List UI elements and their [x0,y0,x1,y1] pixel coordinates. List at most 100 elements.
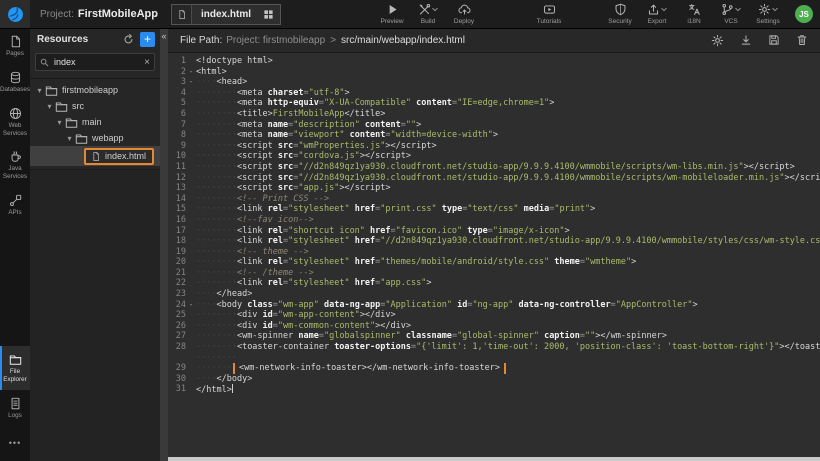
code-line[interactable]: 28········<toaster-container toaster-opt… [168,342,820,353]
security-button[interactable]: Security [606,3,634,25]
coffee-icon [9,150,22,163]
code-editor[interactable]: 1<!doctype html>2-<html>3-····<head>4···… [168,53,820,457]
code-text: ········ [196,353,820,364]
code-line[interactable]: 22········<link rel="stylesheet" href="a… [168,278,820,289]
code-line[interactable]: 15········<link rel="stylesheet" href="p… [168,204,820,215]
code-line[interactable]: 14········<!-- Print CSS --> [168,194,820,205]
line-number: 22 [168,278,186,289]
i18n-button[interactable]: i18N [680,3,708,25]
code-line[interactable]: 10········<script src="cordova.js"></scr… [168,151,820,162]
code-line[interactable]: 4········<meta charset="utf-8"> [168,88,820,99]
code-line[interactable]: 1<!doctype html> [168,56,820,67]
file-path-project: Project: firstmobileapp [226,35,325,46]
add-resource-button[interactable]: + [140,32,155,47]
tree-item-main[interactable]: ▾main [30,114,160,130]
user-avatar[interactable]: JS [795,5,813,23]
collapse-panel-icon[interactable]: « [160,31,168,41]
indent-whitespace: ········ [196,321,237,331]
sidebar-item-pages[interactable]: Pages [0,28,30,64]
code-line[interactable]: 27········<wm-spinner name="globalspinne… [168,331,820,342]
save-button[interactable] [768,34,780,46]
tree-item-index-html[interactable]: index.html [30,146,160,166]
chevron-down-icon[interactable]: ▾ [35,86,44,95]
code-line[interactable]: 20········<link rel="stylesheet" href="t… [168,257,820,268]
fold-marker-icon[interactable]: - [186,77,196,88]
cloud-upload-icon [458,3,471,16]
indent-whitespace: ········ [196,331,237,341]
code-line[interactable]: 31</html> [168,384,820,396]
caret-down-icon [432,7,438,12]
clear-search-icon[interactable]: × [144,57,150,68]
fold-marker-icon[interactable]: - [186,67,196,78]
code-line[interactable]: ········ [168,353,820,364]
tutorials-button[interactable]: Tutorials [535,3,563,25]
chevron-down-icon[interactable]: ▾ [55,118,64,127]
code-line[interactable]: 26········<div id="wm-common-content"></… [168,321,820,332]
code-line[interactable]: 7········<meta name="description" conten… [168,120,820,131]
code-line[interactable]: 11········<script src="//d2n849qz1ya930.… [168,162,820,173]
code-line[interactable]: 25········<div id="wm-app-content"></div… [168,310,820,321]
code-text: ····</head> [196,289,820,300]
panel-empty-area [30,169,160,461]
code-line[interactable]: 29········<wm-network-info-toaster></wm-… [168,363,820,374]
code-line[interactable]: 18········<link rel="stylesheet" href="/… [168,236,820,247]
settings-button[interactable]: Settings [754,3,782,25]
gutter-spacer [186,363,196,374]
indent-whitespace: ···· [196,289,216,299]
tree-item-firstmobileapp[interactable]: ▾firstmobileapp [30,82,160,98]
preview-button[interactable]: Preview [378,3,406,25]
sidebar-item-web-services[interactable]: Web Services [0,100,30,144]
grid-icon[interactable] [263,9,280,20]
folder-icon [55,100,68,113]
code-line[interactable]: 21········<!-- /theme --> [168,268,820,279]
sidebar-item-databases[interactable]: Databases [0,64,30,100]
build-button[interactable]: Build [414,3,442,25]
code-line[interactable]: 23····</head> [168,289,820,300]
code-line[interactable]: 12········<script src="//d2n849qz1ya930.… [168,173,820,184]
search-input[interactable] [52,56,141,68]
chevron-right-icon[interactable]: › [154,5,158,21]
fold-marker-icon[interactable]: - [186,300,196,311]
code-line[interactable]: 8········<meta name="viewport" content="… [168,130,820,141]
tree-item-src[interactable]: ▾src [30,98,160,114]
code-line[interactable]: 17········<link rel="shortcut icon" href… [168,226,820,237]
indent-whitespace: ········ [196,226,237,236]
download-button[interactable] [740,34,752,46]
delete-button[interactable] [796,34,808,46]
chevron-down-icon[interactable]: ▾ [45,102,54,111]
sidebar-item-java-services[interactable]: Java Services [0,143,30,187]
code-line[interactable]: 2-<html> [168,67,820,78]
sidebar-item-logs[interactable]: Logs [0,390,30,426]
line-number: 29 [168,363,186,374]
deploy-button[interactable]: Deploy [450,3,478,25]
gutter-spacer [186,236,196,247]
vcs-button[interactable]: VCS [717,3,745,25]
code-line[interactable]: 5········<meta http-equiv="X-UA-Compatib… [168,98,820,109]
indent-whitespace: ········ [196,257,237,267]
code-line[interactable]: 13········<script src="app.js"></script> [168,183,820,194]
panel-divider[interactable]: « [160,28,168,461]
code-line[interactable]: 30····</body> [168,374,820,385]
code-line[interactable]: 16········<!--fav icon--> [168,215,820,226]
export-button[interactable]: Export [643,3,671,25]
tab-index-html[interactable]: index.html [171,4,281,25]
code-text: ····<body class="wm-app" data-ng-app="Ap… [196,300,820,311]
line-number [168,353,186,364]
sidebar-item-apis[interactable]: APIs [0,187,30,223]
sidebar-item-file-explorer[interactable]: File Explorer [0,346,30,390]
file-settings-button[interactable] [711,34,724,47]
indent-whitespace: ········ [196,268,237,278]
deploy-label: Deploy [454,18,474,25]
code-line[interactable]: 24-····<body class="wm-app" data-ng-app=… [168,300,820,311]
sidebar-item-more[interactable]: ••• [0,426,30,457]
code-line[interactable]: 9········<script src="wmProperties.js"><… [168,141,820,152]
chevron-down-icon[interactable]: ▾ [65,134,74,143]
code-line[interactable]: 6········<title>FirstMobileApp</title> [168,109,820,120]
refresh-icon[interactable] [123,34,134,45]
code-line[interactable]: 19········<!-- theme --> [168,247,820,258]
breadcrumb-separator: > [330,35,336,46]
horizontal-scrollbar[interactable] [168,457,820,461]
code-line[interactable]: 3-····<head> [168,77,820,88]
code-text: ····</body> [196,374,820,385]
tree-item-webapp[interactable]: ▾webapp [30,130,160,146]
